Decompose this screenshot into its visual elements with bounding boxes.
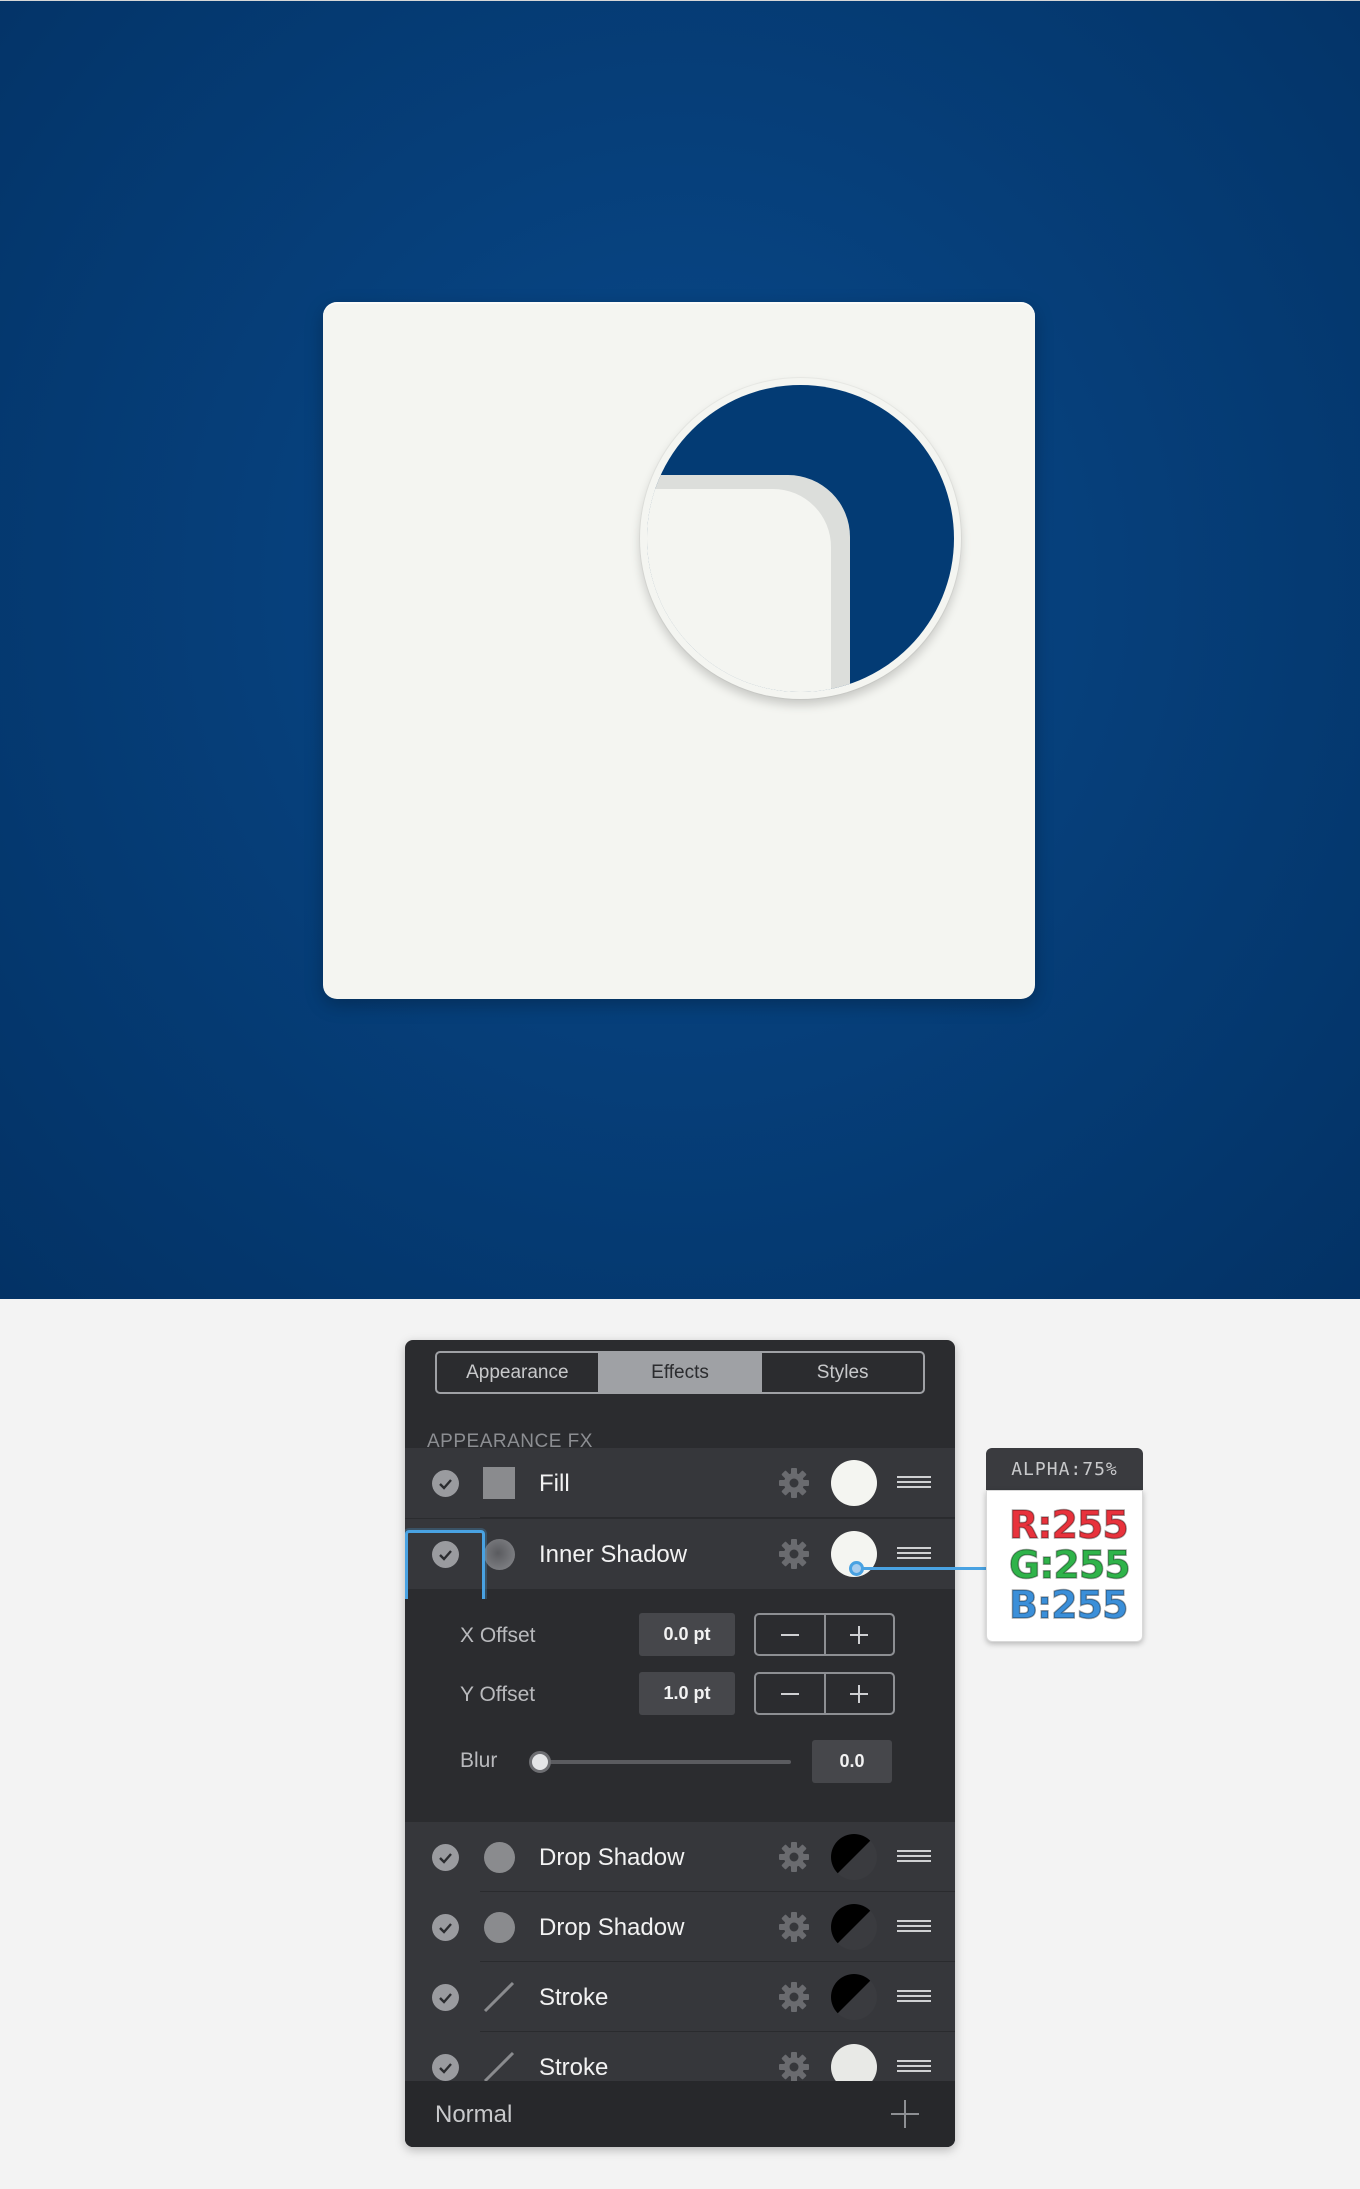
color-swatch-button[interactable] [831, 1834, 877, 1880]
artboard-canvas [0, 0, 1360, 1299]
line-swatch-icon [483, 1981, 515, 2013]
effect-row-drop-shadow[interactable]: Drop Shadow [405, 1892, 955, 1962]
square-swatch-icon [483, 1467, 515, 1499]
effect-label: Drop Shadow [539, 1914, 685, 1941]
check-icon[interactable] [432, 1914, 459, 1941]
blur-value-field[interactable]: 0.0 [812, 1740, 892, 1783]
plus-icon[interactable] [823, 1674, 894, 1713]
circle-swatch-icon [484, 1912, 515, 1943]
selection-highlight [405, 1530, 485, 1608]
minus-icon[interactable] [756, 1674, 824, 1713]
blend-mode-select[interactable]: Normal [435, 2101, 512, 2129]
drag-handle-icon[interactable] [897, 1547, 931, 1561]
gear-icon[interactable] [777, 1910, 811, 1944]
color-swatch-button[interactable] [831, 1460, 877, 1506]
plus-icon[interactable] [823, 1615, 894, 1654]
gear-icon[interactable] [777, 1466, 811, 1500]
y-offset-label: Y Offset [460, 1683, 536, 1706]
drag-handle-icon[interactable] [897, 1990, 931, 2004]
tab-effects[interactable]: Effects [597, 1353, 761, 1392]
y-offset-field[interactable]: 1.0 pt [639, 1672, 735, 1715]
gear-icon[interactable] [777, 1840, 811, 1874]
soft-circle-swatch-icon [484, 1539, 515, 1570]
panel-footer: Normal [405, 2081, 955, 2147]
x-offset-stepper [754, 1613, 895, 1656]
effect-row-drop-shadow[interactable]: Drop Shadow [405, 1822, 955, 1892]
check-icon[interactable] [432, 1984, 459, 2011]
blur-label: Blur [460, 1749, 498, 1772]
drag-handle-icon[interactable] [897, 1920, 931, 1934]
check-icon[interactable] [432, 2054, 459, 2081]
gear-icon[interactable] [777, 2050, 811, 2084]
green-value: G:255 [1008, 1542, 1131, 1588]
blue-value: B:255 [1008, 1582, 1129, 1628]
line-swatch-icon [483, 2051, 515, 2083]
add-effect-icon[interactable] [889, 2098, 921, 2130]
effect-label: Drop Shadow [539, 1844, 685, 1871]
callout-connector-dot [849, 1561, 864, 1576]
magnified-corner-view [647, 385, 954, 692]
effect-label: Inner Shadow [539, 1541, 688, 1568]
x-offset-field[interactable]: 0.0 pt [639, 1613, 735, 1656]
alpha-tag: ALPHA:75% [986, 1448, 1143, 1490]
effect-row-stroke[interactable]: Stroke [405, 1962, 955, 2032]
minus-icon[interactable] [756, 1615, 824, 1654]
blur-slider-track[interactable] [531, 1760, 791, 1764]
gear-icon[interactable] [777, 1537, 811, 1571]
effect-row-inner-shadow[interactable]: Inner Shadow [405, 1519, 955, 1589]
panel-tabs: Appearance Effects Styles [435, 1351, 925, 1394]
callout-connector-line [855, 1567, 987, 1570]
drag-handle-icon[interactable] [897, 2060, 931, 2074]
check-icon[interactable] [432, 1470, 459, 1497]
effect-label: Stroke [539, 1984, 609, 2011]
x-offset-label: X Offset [460, 1624, 536, 1647]
inner-shadow-settings: X Offset 0.0 pt Y Offset 1.0 pt Blur 0.0 [405, 1599, 955, 1822]
check-icon[interactable] [432, 1844, 459, 1871]
effect-label: Stroke [539, 2054, 609, 2081]
red-value: R:255 [1008, 1502, 1129, 1548]
magnified-card-corner [647, 489, 831, 692]
tab-appearance[interactable]: Appearance [437, 1353, 598, 1392]
drag-handle-icon[interactable] [897, 1850, 931, 1864]
effect-label: Fill [539, 1470, 570, 1497]
circle-swatch-icon [484, 1842, 515, 1873]
gear-icon[interactable] [777, 1980, 811, 2014]
appearance-panel: Appearance Effects Styles APPEARANCE FX … [405, 1340, 955, 2147]
tab-styles[interactable]: Styles [760, 1353, 923, 1392]
color-swatch-button[interactable] [831, 1904, 877, 1950]
drag-handle-icon[interactable] [897, 1476, 931, 1490]
effect-row-fill[interactable]: Fill [405, 1448, 955, 1518]
y-offset-stepper [754, 1672, 895, 1715]
color-swatch-button[interactable] [831, 1974, 877, 2020]
blur-slider-knob[interactable] [529, 1751, 551, 1773]
rgb-values-card: R:255 G:255 B:255 [986, 1490, 1143, 1642]
magnifier-lens [640, 378, 961, 699]
